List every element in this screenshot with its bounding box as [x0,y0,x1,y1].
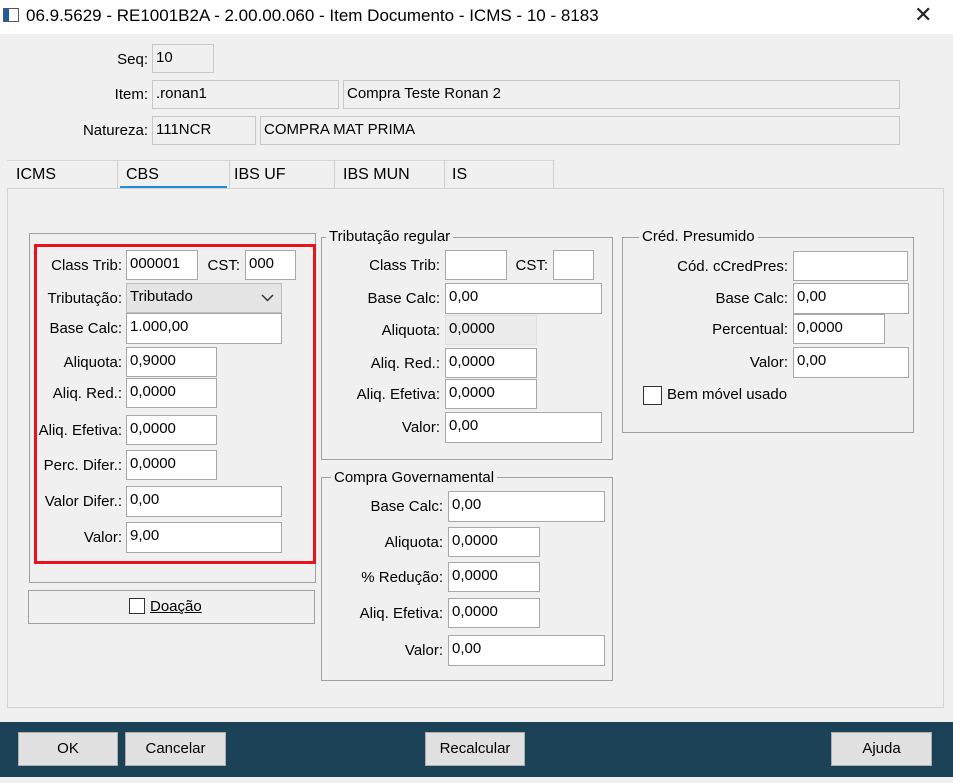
close-icon[interactable]: ✕ [914,2,932,28]
tab-ibs-uf[interactable]: IBS UF [234,166,286,184]
compra-governamental-title: Compra Governamental [331,469,498,487]
title-bar: 06.9.5629 - RE1001B2A - 2.00.00.060 - It… [0,0,953,34]
cancel-button[interactable]: Cancelar [125,732,226,766]
seq-field[interactable]: 10 [152,44,214,73]
tr-aliq-efetiva-label: Aliq. Efetiva: [356,386,440,403]
tr-valor-label: Valor: [401,419,440,436]
tab-cbs[interactable]: CBS [126,166,159,184]
bem-movel-checkbox[interactable] [643,386,662,405]
cg-aliq-efetiva-label: Aliq. Efetiva: [359,605,443,622]
cg-aliq-efetiva-field[interactable]: 0,0000 [448,598,540,628]
tr-aliquota-field: 0,0000 [445,315,537,345]
cg-aliquota-field[interactable]: 0,0000 [448,527,540,557]
cp-valor-field[interactable]: 0,00 [793,347,909,378]
item-label: Item: [114,86,148,103]
cg-aliquota-label: Aliquota: [384,534,443,551]
tab-divider [117,160,118,188]
doacao-checkbox[interactable] [129,598,145,614]
cp-valor-label: Valor: [749,354,788,371]
cp-percentual-field[interactable]: 0,0000 [793,314,885,344]
recalcular-button[interactable]: Recalcular [425,732,525,766]
tab-divider [334,160,335,188]
item-code-field[interactable]: .ronan1 [152,80,339,109]
cg-reducao-label: % Redução: [361,569,443,586]
tr-aliq-efetiva-field[interactable]: 0,0000 [445,379,537,409]
doacao-label: Doação [150,598,202,615]
cg-reducao-field[interactable]: 0,0000 [448,562,540,592]
tab-divider [229,160,230,188]
tributacao-regular-title: Tributação regular [326,228,454,246]
tab-is[interactable]: IS [452,166,467,184]
cg-base-calc-label: Base Calc: [370,498,443,515]
cp-percentual-label: Percentual: [712,321,788,338]
cg-valor-field[interactable]: 0,00 [448,635,605,666]
tr-valor-field[interactable]: 0,00 [445,412,602,443]
tr-aliq-red-label: Aliq. Red.: [370,355,440,372]
tab-divider [444,160,445,188]
tr-base-calc-label: Base Calc: [367,290,440,307]
tr-cst-label: CST: [515,257,548,274]
cp-cod-field[interactable] [793,251,908,281]
seq-label: Seq: [117,51,148,68]
cp-cod-label: Cód. cCredPres: [677,258,788,275]
cp-base-calc-label: Base Calc: [715,290,788,307]
help-button[interactable]: Ajuda [831,732,932,766]
cred-presumido-title: Créd. Presumido [639,228,758,246]
window-title: 06.9.5629 - RE1001B2A - 2.00.00.060 - It… [26,6,599,25]
natureza-description-field[interactable]: COMPRA MAT PRIMA [260,116,900,145]
item-description-field[interactable]: Compra Teste Ronan 2 [343,80,900,109]
tab-ibs-mun[interactable]: IBS MUN [343,166,410,184]
tr-class-trib-label: Class Trib: [369,257,440,274]
tr-base-calc-field[interactable]: 0,00 [445,283,602,314]
natureza-code-field[interactable]: 111NCR [152,116,256,145]
ok-button[interactable]: OK [18,732,118,766]
cg-valor-label: Valor: [404,642,443,659]
tr-class-trib-field[interactable] [445,250,507,280]
annotation-red-box [34,244,316,564]
tab-divider [553,160,554,188]
tab-icms[interactable]: ICMS [16,166,56,184]
natureza-label: Natureza: [82,122,148,139]
cg-base-calc-field[interactable]: 0,00 [448,491,605,522]
tr-aliquota-label: Aliquota: [381,322,440,339]
tr-cst-field[interactable] [553,250,594,280]
cp-base-calc-field[interactable]: 0,00 [793,283,909,314]
bem-movel-label: Bem móvel usado [667,386,788,403]
tr-aliq-red-field[interactable]: 0,0000 [445,348,537,378]
app-window-icon [3,8,19,22]
